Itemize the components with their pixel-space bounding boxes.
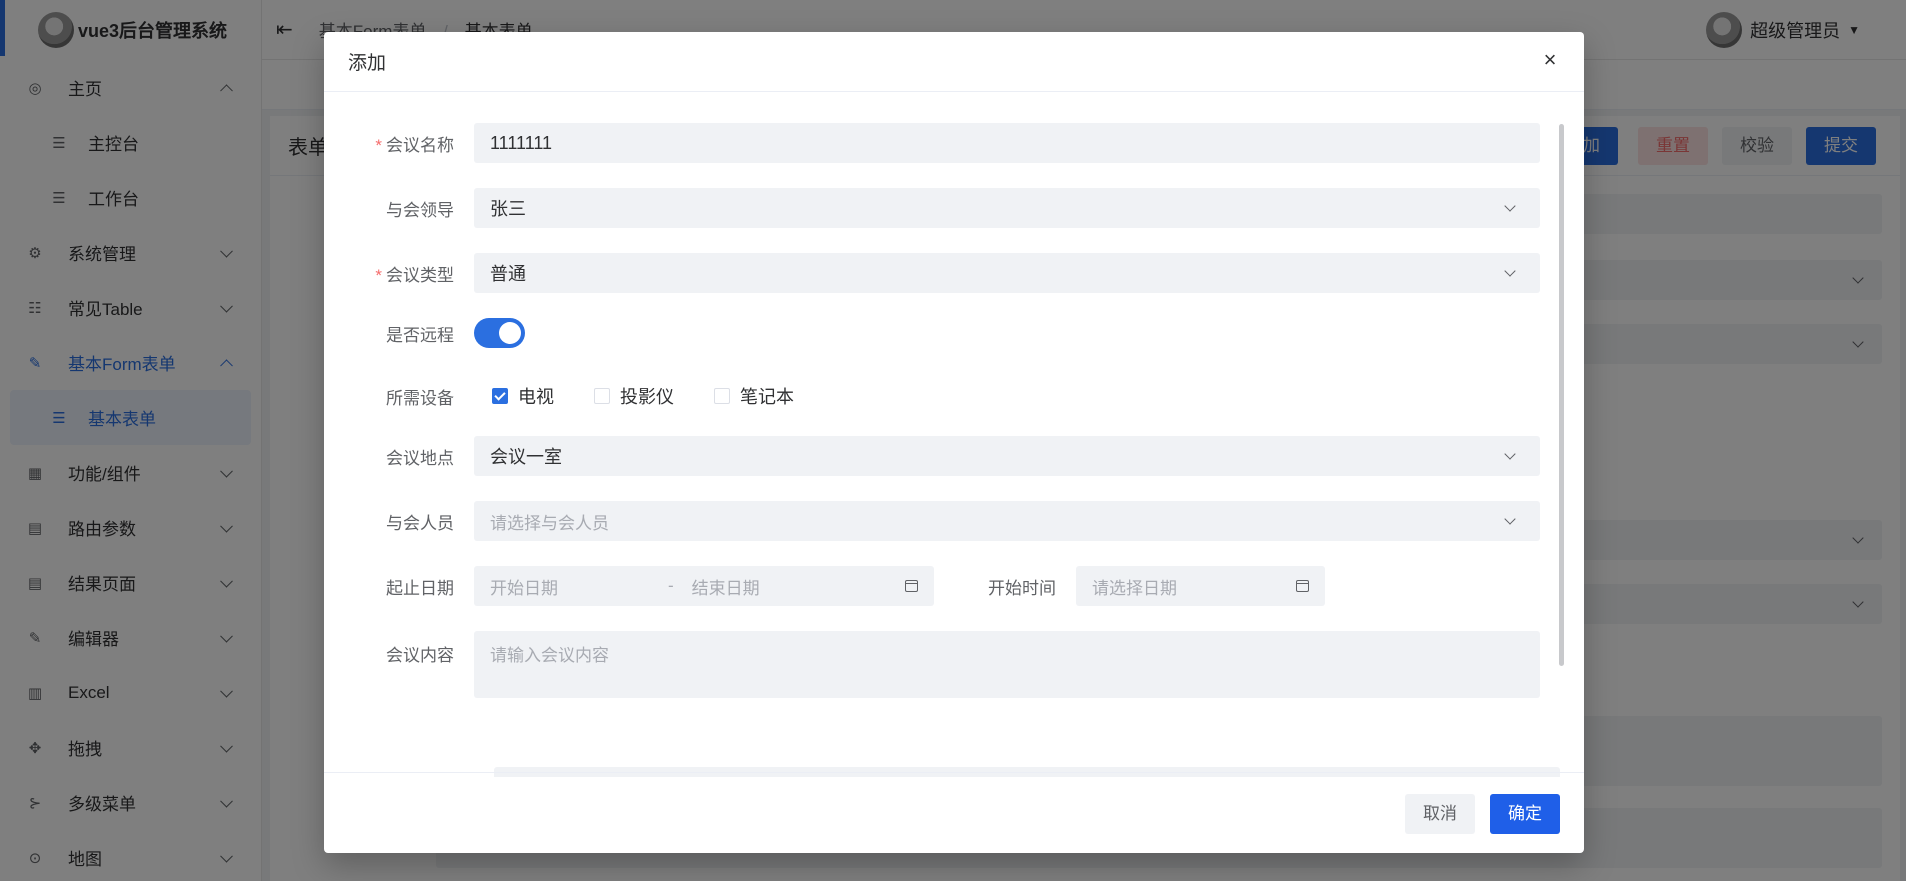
textarea-placeholder: 请输入会议内容 <box>490 646 609 665</box>
dialog-title: 添加 <box>348 53 387 74</box>
calendar-icon <box>1296 580 1309 592</box>
field-label: 与会领导 <box>386 200 454 220</box>
date-range-picker[interactable]: 开始日期 - 结束日期 <box>474 566 934 606</box>
form-row-type: * 会议类型 普通 <box>324 253 1584 293</box>
cancel-button[interactable]: 取消 <box>1405 794 1475 834</box>
remote-switch[interactable] <box>474 318 525 348</box>
end-date-input[interactable]: 结束日期 <box>692 574 760 599</box>
checkbox-label: 投影仪 <box>620 387 674 407</box>
meeting-name-input[interactable]: 1111111 <box>474 123 1540 163</box>
select-placeholder: 请选择与会人员 <box>490 513 609 533</box>
device-checkbox-projector[interactable]: 投影仪 <box>594 383 674 409</box>
dialog-header: 添加 × <box>324 32 1584 92</box>
field-label: 所需设备 <box>386 388 454 408</box>
select-value: 会议一室 <box>490 447 562 467</box>
add-dialog: 添加 × * 会议名称 1111111 与会领导 张三 * 会议类型 普通 是否远程… <box>324 32 1584 853</box>
checkbox-label: 电视 <box>518 387 554 407</box>
required-mark: * <box>375 265 382 285</box>
date-placeholder: 请选择日期 <box>1092 578 1177 598</box>
chevron-down-icon <box>1504 448 1516 460</box>
checkbox-icon <box>714 388 730 404</box>
form-row-devices: 所需设备 电视 投影仪 笔记本 <box>324 381 1584 411</box>
select-value: 普通 <box>490 264 526 284</box>
checkbox-label: 笔记本 <box>740 387 794 407</box>
meeting-content-textarea[interactable]: 请输入会议内容 <box>474 631 1540 698</box>
dialog-scrollbar[interactable] <box>1559 124 1564 666</box>
field-label: 会议地点 <box>386 448 454 468</box>
form-row-dates: 起止日期 开始日期 - 结束日期 开始时间 请选择日期 <box>324 566 1584 606</box>
confirm-button[interactable]: 确定 <box>1490 794 1560 834</box>
form-row-attendees: 与会人员 请选择与会人员 <box>324 501 1584 541</box>
close-icon[interactable]: × <box>1538 48 1562 72</box>
chevron-down-icon <box>1504 513 1516 525</box>
field-label: * 会议类型 <box>324 261 474 286</box>
start-time-picker[interactable]: 请选择日期 <box>1076 566 1325 606</box>
field-label: 会议内容 <box>386 646 454 665</box>
device-checkbox-laptop[interactable]: 笔记本 <box>714 383 794 409</box>
chevron-down-icon <box>1504 265 1516 277</box>
leader-select[interactable]: 张三 <box>474 188 1540 228</box>
device-checkbox-tv[interactable]: 电视 <box>492 383 554 409</box>
field-label: * 会议名称 <box>324 131 474 156</box>
form-row-leader: 与会领导 张三 <box>324 188 1584 228</box>
field-label: 起止日期 <box>386 578 454 598</box>
required-mark: * <box>375 135 382 155</box>
field-label: 开始时间 <box>988 578 1056 598</box>
select-value: 张三 <box>490 199 526 219</box>
dialog-body: * 会议名称 1111111 与会领导 张三 * 会议类型 普通 是否远程 所需设备… <box>324 93 1584 805</box>
switch-knob <box>499 322 521 344</box>
checkbox-checked-icon <box>492 388 508 404</box>
form-row-remote: 是否远程 <box>324 318 1584 348</box>
form-row-location: 会议地点 会议一室 <box>324 436 1584 476</box>
chevron-down-icon <box>1504 200 1516 212</box>
dialog-footer: 取消 确定 <box>324 772 1584 853</box>
meeting-type-select[interactable]: 普通 <box>474 253 1540 293</box>
calendar-icon <box>905 580 918 592</box>
field-label-text: 会议类型 <box>386 265 454 285</box>
devices-checkbox-group: 电视 投影仪 笔记本 <box>474 383 834 409</box>
range-separator: - <box>668 576 674 595</box>
field-label-text: 会议名称 <box>386 135 454 155</box>
form-row-name: * 会议名称 1111111 <box>324 123 1584 163</box>
field-label: 与会人员 <box>386 513 454 533</box>
field-label: 是否远程 <box>386 325 454 345</box>
input-value: 1111111 <box>490 132 553 153</box>
attendees-select[interactable]: 请选择与会人员 <box>474 501 1540 541</box>
form-row-content: 会议内容 请输入会议内容 <box>324 631 1584 698</box>
checkbox-icon <box>594 388 610 404</box>
start-date-input[interactable]: 开始日期 <box>490 574 558 599</box>
location-select[interactable]: 会议一室 <box>474 436 1540 476</box>
